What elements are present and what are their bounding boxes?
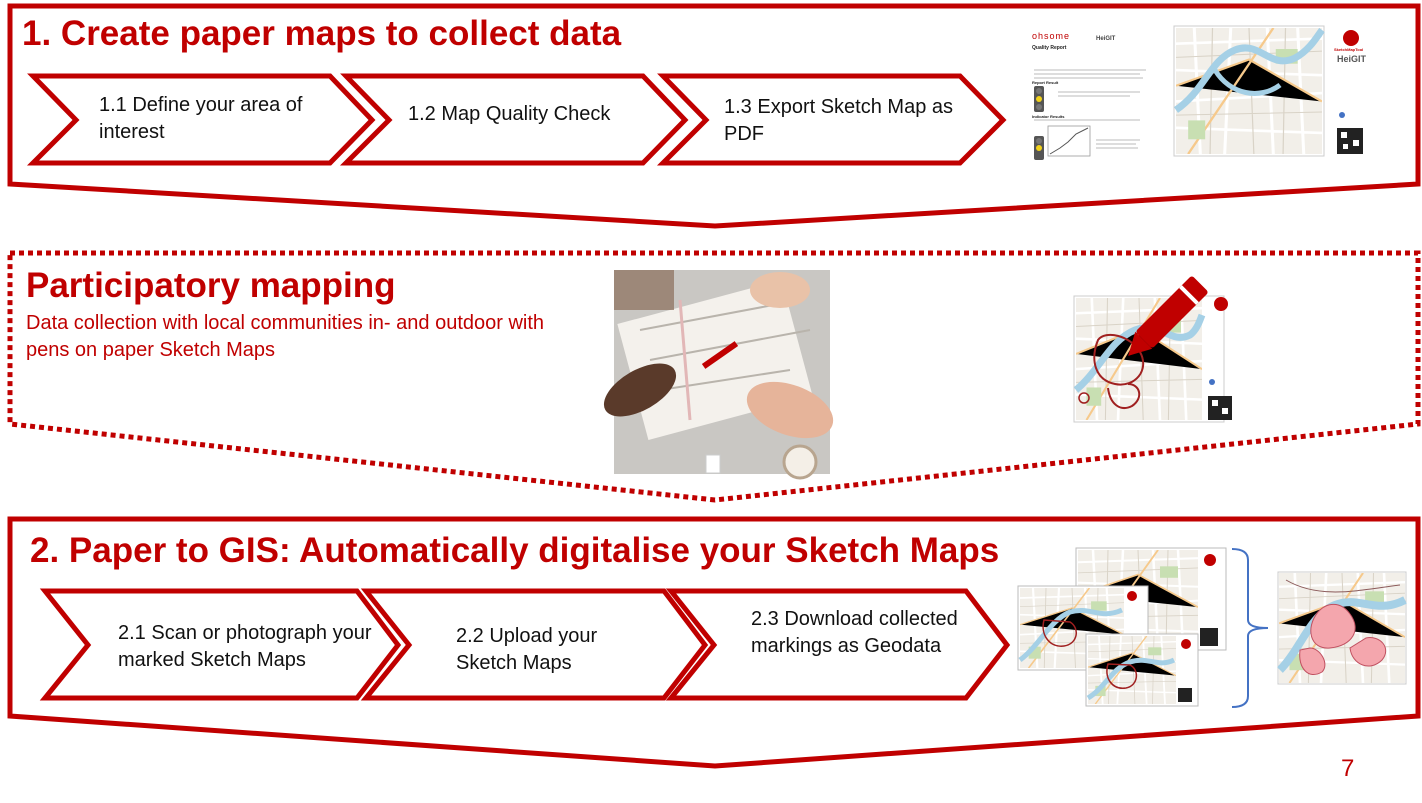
step-2-1-label: 2.1 Scan or photograph your marked Sketc… [118,622,372,671]
step-1-2-label: 1.2 Map Quality Check [408,103,611,125]
participatory-subtitle: Data collection with local communities i… [26,312,545,361]
step-1-1-label: 1.1 Define your area of interest [99,94,303,143]
participatory-title: Participatory mapping [26,266,396,305]
heigit-logo: HeiGIT [1337,54,1367,64]
indicator-results-heading: Indicator Results [1032,114,1065,119]
heigit-logo-small: HeiGIT [1096,36,1116,42]
geodata-result-map [1277,571,1407,685]
participatory-photo [603,270,834,480]
sketch-map-with-pen [1073,276,1232,423]
section2-title: 2. Paper to GIS: Automatically digitalis… [30,531,1000,570]
sketchmaptool-logo: SketchMapTool [1334,47,1364,52]
step-2-3-label: 2.3 Download collected markings as Geoda… [751,608,958,657]
section1-title: 1. Create paper maps to collect data [22,14,622,53]
step-1-3-label: 1.3 Export Sketch Map as PDF [724,96,954,145]
page-number: 7 [1341,755,1355,782]
ohsome-logo: ohsome [1032,31,1071,41]
quality-report-heading: Quality Report [1032,45,1067,51]
step-2-2-label: 2.2 Upload your Sketch Maps [456,625,598,674]
report-result-heading: Report Result [1032,80,1059,85]
